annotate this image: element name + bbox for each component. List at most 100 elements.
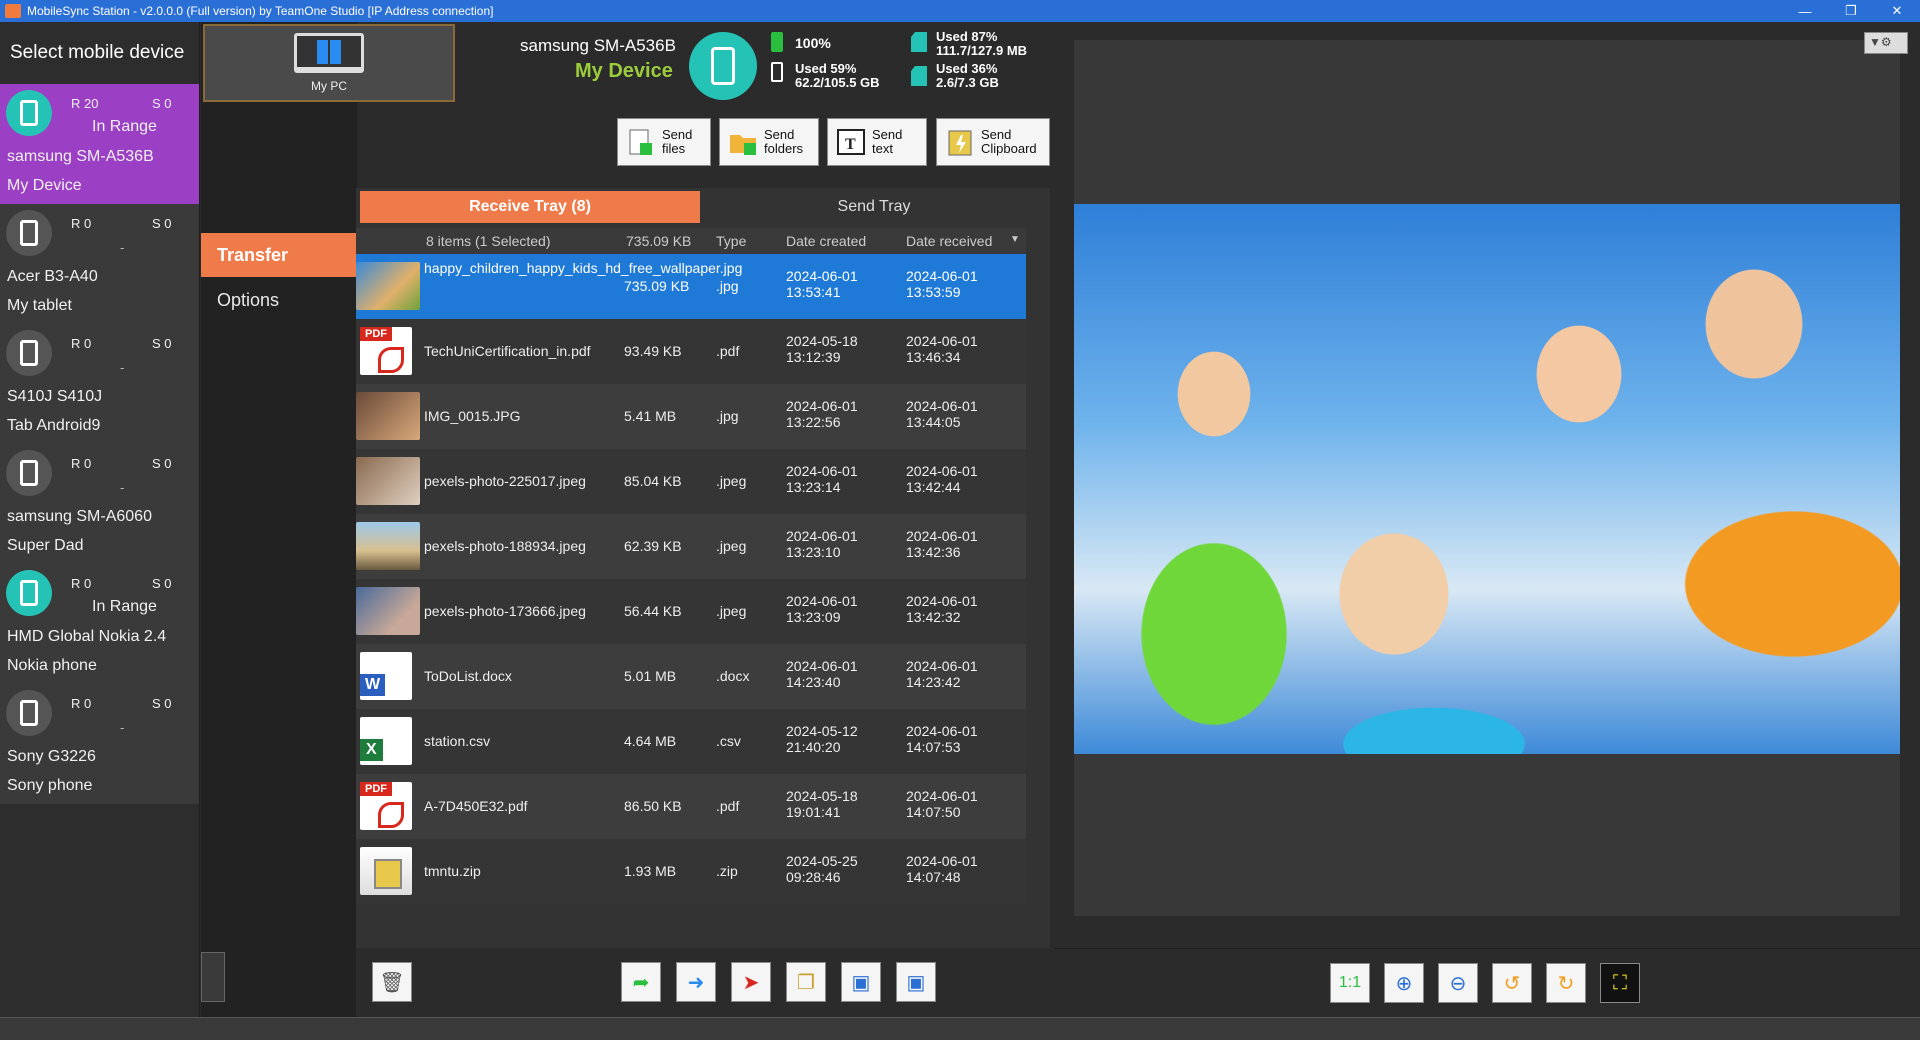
date-created-time: 19:01:41 bbox=[786, 804, 841, 820]
launch-button[interactable]: ➤ bbox=[731, 962, 771, 1002]
rotate-left-icon: ↺ bbox=[1503, 972, 1521, 995]
file-row[interactable]: happy_children_happy_kids_hd_free_wallpa… bbox=[356, 254, 1026, 319]
col-date-received[interactable]: Date received bbox=[906, 233, 992, 249]
nav-item-transfer[interactable]: Transfer bbox=[201, 233, 357, 277]
save-as-button[interactable]: ▣ bbox=[841, 962, 881, 1002]
device-avatar bbox=[6, 330, 52, 376]
tab-send-tray[interactable]: Send Tray bbox=[702, 191, 1046, 223]
my-pc-button[interactable]: My PC bbox=[203, 24, 455, 102]
file-row[interactable]: A-7D450E32.pdf 86.50 KB .pdf 2024-05-181… bbox=[356, 774, 1026, 839]
file-row[interactable]: pexels-photo-225017.jpeg 85.04 KB .jpeg … bbox=[356, 449, 1026, 514]
date-received-date: 2024-06-01 bbox=[906, 658, 978, 674]
device-item[interactable]: R 0 S 0 - Sony G3226 Sony phone bbox=[0, 684, 199, 804]
preview-menu-button[interactable]: ▼⚙ bbox=[1864, 32, 1908, 54]
sd-card-1-icon bbox=[911, 32, 927, 52]
preview-image bbox=[1074, 204, 1900, 754]
file-type: .jpeg bbox=[716, 473, 747, 489]
zoom-out-button[interactable]: ⊖ bbox=[1438, 963, 1478, 1003]
date-created-time: 13:23:10 bbox=[786, 544, 841, 560]
file-row[interactable]: station.csv 4.64 MB .csv 2024-05-1221:40… bbox=[356, 709, 1026, 774]
file-size: 5.41 MB bbox=[624, 408, 677, 424]
fullscreen-button[interactable]: ⛶ bbox=[1600, 963, 1640, 1003]
send-clipboard-button[interactable]: Send Clipboard bbox=[936, 118, 1050, 166]
col-type[interactable]: Type bbox=[716, 233, 746, 249]
sort-arrow-icon[interactable]: ▼ bbox=[1010, 234, 1020, 245]
battery-level: 100% bbox=[795, 35, 831, 51]
tab-receive-tray[interactable]: Receive Tray (8) bbox=[360, 191, 700, 223]
device-received-count: R 0 bbox=[71, 336, 92, 351]
device-status: - bbox=[120, 240, 125, 255]
file-row[interactable]: ToDoList.docx 5.01 MB .docx 2024-06-0114… bbox=[356, 644, 1026, 709]
file-type: .pdf bbox=[716, 798, 740, 814]
file-row[interactable]: pexels-photo-188934.jpeg 62.39 KB .jpeg … bbox=[356, 514, 1026, 579]
col-date-created[interactable]: Date created bbox=[786, 233, 866, 249]
device-item[interactable]: R 0 S 0 - Acer B3-A40 My tablet bbox=[0, 204, 199, 324]
delete-button[interactable]: 🗑 bbox=[372, 962, 412, 1002]
windows-logo-icon bbox=[317, 39, 341, 64]
copy-icon: ❐ bbox=[797, 971, 815, 994]
file-row[interactable]: IMG_0015.JPG 5.41 MB .jpg 2024-06-01 13:2… bbox=[356, 384, 1026, 449]
file-row[interactable]: tmntu.zip 1.93 MB .zip 2024-05-25 09:28:4… bbox=[356, 839, 1026, 904]
file-name: tmntu.zip bbox=[424, 863, 481, 879]
copy-button[interactable]: ❐ bbox=[786, 962, 826, 1002]
device-item[interactable]: R 20 S 0 In Range samsung SM-A536B My De… bbox=[0, 84, 199, 204]
share-icon: ➦ bbox=[632, 971, 650, 994]
file-name: station.csv bbox=[424, 733, 491, 749]
total-size: 735.09 KB bbox=[626, 233, 692, 249]
date-received-time: 13:44:05 bbox=[906, 414, 961, 430]
date-received-time: 13:42:32 bbox=[906, 609, 961, 625]
file-row[interactable]: pexels-photo-173666.jpeg 56.44 KB .jpeg … bbox=[356, 579, 1026, 644]
minimize-icon[interactable]: — bbox=[1782, 0, 1828, 22]
date-received: 2024-06-01 13:42:32 bbox=[906, 593, 978, 625]
device-avatar bbox=[6, 570, 52, 616]
device-sent-count: S 0 bbox=[152, 216, 172, 231]
rotate-right-button[interactable]: ↻ bbox=[1546, 963, 1586, 1003]
date-created-date: 2024-05-18 bbox=[786, 333, 858, 349]
date-created-date: 2024-06-01 bbox=[786, 528, 858, 544]
sd1-amount: 111.7/127.9 MB bbox=[936, 43, 1028, 58]
date-received-date: 2024-06-01 bbox=[906, 788, 978, 804]
device-sent-count: S 0 bbox=[152, 456, 172, 471]
battery-charging-icon bbox=[771, 32, 783, 52]
restore-icon[interactable]: ❐ bbox=[1828, 0, 1874, 22]
send-text-icon: T bbox=[837, 129, 865, 155]
send-files-button[interactable]: Send files bbox=[617, 118, 711, 166]
svg-text:T: T bbox=[845, 136, 856, 153]
date-received: 2024-06-01 13:44:05 bbox=[906, 398, 978, 430]
actual-size-icon: 1:1 bbox=[1338, 974, 1362, 991]
file-name: pexels-photo-225017.jpeg bbox=[424, 473, 586, 489]
file-size: 56.44 KB bbox=[624, 603, 682, 619]
file-type: .jpeg bbox=[716, 538, 747, 554]
device-item[interactable]: R 0 S 0 - S410J S410J Tab Android9 bbox=[0, 324, 199, 444]
share-button[interactable]: ➦ bbox=[621, 962, 661, 1002]
collapse-panel-button[interactable] bbox=[201, 952, 225, 1002]
device-item[interactable]: R 0 S 0 - samsung SM-A6060 Super Dad bbox=[0, 444, 199, 564]
send-text-line2: text bbox=[872, 141, 893, 156]
preview-toolbar: 1:1 ⊕ ⊖ ↺ ↻ ⛶ bbox=[1054, 948, 1920, 1016]
save-button[interactable]: ▣ bbox=[896, 962, 936, 1002]
device-name: samsung SM-A536B bbox=[7, 148, 154, 165]
date-created-time: 14:23:40 bbox=[786, 674, 841, 690]
send-files-line2: files bbox=[662, 141, 686, 156]
close-icon[interactable]: ✕ bbox=[1874, 0, 1920, 22]
sidebar-heading: Select mobile device bbox=[10, 42, 185, 63]
date-created: 2024-06-01 13:22:56 bbox=[786, 398, 858, 430]
device-status: - bbox=[120, 480, 125, 495]
device-name: S410J S410J bbox=[7, 388, 103, 405]
actual-size-button[interactable]: 1:1 bbox=[1330, 963, 1370, 1003]
storage-used: Used 59% bbox=[795, 61, 857, 76]
laptop-icon bbox=[294, 33, 364, 73]
android-phone-icon bbox=[20, 700, 38, 726]
device-nickname: Super Dad bbox=[7, 537, 84, 554]
send-text-button[interactable]: T Send text bbox=[827, 118, 927, 166]
file-row[interactable]: TechUniCertification_in.pdf 93.49 KB .pd… bbox=[356, 319, 1026, 384]
file-thumbnail bbox=[360, 717, 412, 765]
device-item[interactable]: R 0 S 0 In Range HMD Global Nokia 2.4 No… bbox=[0, 564, 199, 684]
zoom-in-button[interactable]: ⊕ bbox=[1384, 963, 1424, 1003]
send-folders-button[interactable]: Send folders bbox=[719, 118, 819, 166]
file-size: 93.49 KB bbox=[624, 343, 682, 359]
rotate-left-button[interactable]: ↺ bbox=[1492, 963, 1532, 1003]
move-button[interactable]: ➜ bbox=[676, 962, 716, 1002]
nav-item-options[interactable]: Options bbox=[201, 278, 357, 322]
file-type: .csv bbox=[716, 733, 741, 749]
